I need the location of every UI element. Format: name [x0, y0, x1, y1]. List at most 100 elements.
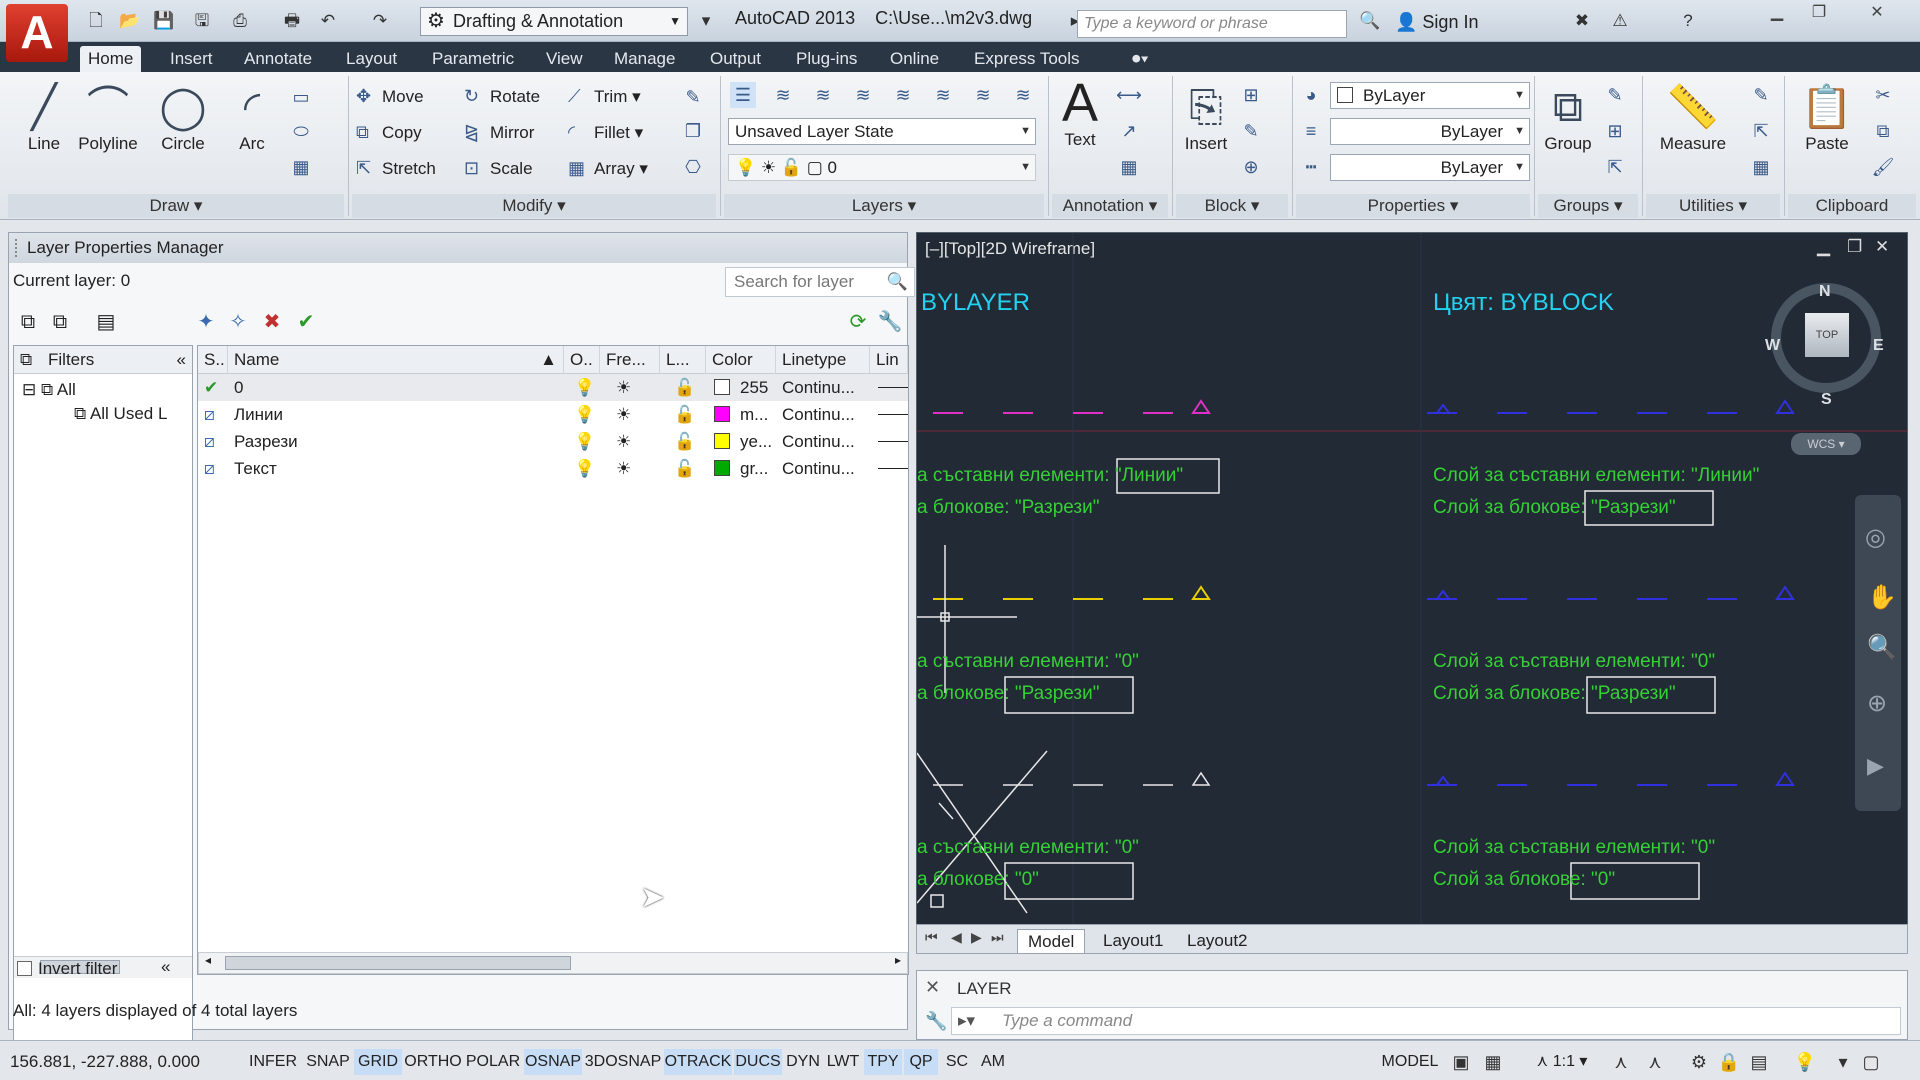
layer-row[interactable]: ⧄ Линии 💡 ☀ 🔓 m... Continu...: [198, 401, 908, 428]
copy-button[interactable]: ⧉ Copy: [356, 118, 422, 146]
col-status[interactable]: S..: [198, 346, 228, 374]
text-button[interactable]: A Text: [1056, 76, 1104, 150]
tab-annotate[interactable]: Annotate: [236, 46, 320, 72]
new-icon[interactable]: 🗋: [84, 10, 108, 32]
clean-screen-icon[interactable]: ▢: [1858, 1049, 1884, 1075]
group-select-icon[interactable]: ⇱: [1602, 154, 1628, 180]
circle-button[interactable]: ◯ Circle: [152, 80, 214, 154]
tab-layout1[interactable]: Layout1: [1093, 929, 1174, 953]
print-icon[interactable]: 🖶: [280, 10, 304, 32]
mirror-button[interactable]: ⧎ Mirror: [464, 118, 534, 146]
table-icon[interactable]: ▦: [1116, 154, 1142, 180]
application-menu-button[interactable]: A: [6, 4, 68, 62]
tab-layout2[interactable]: Layout2: [1177, 929, 1258, 953]
current-layer-dropdown[interactable]: 💡 ☀ 🔓 ▢ 0 ▼: [728, 154, 1036, 181]
toggle-grid[interactable]: GRID: [354, 1049, 402, 1075]
col-name[interactable]: Name ▲: [228, 346, 564, 374]
lineweight-icon[interactable]: ≡: [1298, 118, 1324, 144]
trim-button[interactable]: ⟋ Trim ▾: [568, 82, 641, 110]
toggle-sc[interactable]: SC: [940, 1049, 974, 1075]
filter-all[interactable]: ⊟ ⧉ All: [22, 380, 76, 400]
grip-handle[interactable]: [15, 239, 19, 257]
steering-wheel-icon[interactable]: ◎: [1865, 523, 1886, 552]
tab-layout[interactable]: Layout: [338, 46, 405, 72]
pan-icon[interactable]: ✋: [1867, 583, 1897, 612]
refresh-icon[interactable]: ⟳: [845, 309, 871, 335]
lightbulb-icon[interactable]: 💡: [574, 374, 595, 401]
open-icon[interactable]: 📂: [118, 10, 142, 32]
sun-icon[interactable]: ☀: [616, 374, 631, 401]
quick-select-icon[interactable]: ✎: [1748, 82, 1774, 108]
stretch-button[interactable]: ⇱ Stretch: [356, 154, 436, 182]
toggle-dyn[interactable]: DYN: [784, 1049, 822, 1075]
layer-row[interactable]: ⧄ Разрези 💡 ☀ 🔓 ye... Continu...: [198, 428, 908, 455]
insert-button[interactable]: ⎘ Insert: [1178, 80, 1234, 154]
ribbon-options-icon[interactable]: ⏺▾: [1124, 46, 1157, 72]
sun-icon[interactable]: ☀: [616, 401, 631, 428]
last-tab-icon[interactable]: ⏭: [991, 929, 1004, 946]
collapse-icon[interactable]: «: [161, 957, 170, 977]
layer-list-hscroll[interactable]: ◂ ▸: [198, 952, 908, 974]
layer-color[interactable]: ye...: [714, 428, 772, 455]
annotation-visibility-icon[interactable]: ⋏: [1608, 1049, 1634, 1075]
annotation-panel-title[interactable]: Annotation ▾: [1052, 194, 1168, 218]
layer-color[interactable]: gr...: [714, 455, 768, 482]
layer-color[interactable]: m...: [714, 401, 768, 428]
toggle-qp[interactable]: QP: [904, 1049, 938, 1075]
sign-in-button[interactable]: 👤 Sign In: [1395, 12, 1478, 33]
leader-icon[interactable]: ↗: [1116, 118, 1142, 144]
layer-row[interactable]: ⧄ Текст 💡 ☀ 🔓 gr... Continu...: [198, 455, 908, 482]
layer-previous-icon[interactable]: ≋: [810, 82, 836, 108]
toggle-lwt[interactable]: LWT: [824, 1049, 862, 1075]
subscription-icon[interactable]: ⚠: [1608, 10, 1632, 32]
scale-button[interactable]: ⊡ Scale: [464, 154, 533, 182]
layer-linetype[interactable]: Continu...: [782, 455, 855, 482]
scroll-right-icon[interactable]: ▸: [895, 953, 901, 967]
hardware-acceleration-icon[interactable]: ▤: [1746, 1049, 1772, 1075]
layer-lock-icon[interactable]: ≋: [1010, 82, 1036, 108]
scroll-thumb[interactable]: [225, 956, 571, 970]
layer-linetype[interactable]: Continu...: [782, 374, 855, 401]
undo-icon[interactable]: ↶: [316, 10, 340, 32]
tab-view[interactable]: View: [538, 46, 591, 72]
cut-icon[interactable]: ✂: [1870, 82, 1896, 108]
tab-plug-ins[interactable]: Plug-ins: [788, 46, 865, 72]
model-button[interactable]: MODEL: [1378, 1049, 1442, 1075]
layer-state-dropdown[interactable]: Unsaved Layer State ▼: [728, 118, 1036, 145]
measure-button[interactable]: 📏 Measure: [1650, 80, 1736, 154]
next-tab-icon[interactable]: ▶: [971, 929, 982, 946]
tree-expand-icon[interactable]: ⊟: [22, 380, 41, 399]
unlock-icon[interactable]: 🔓: [674, 428, 695, 455]
sun-icon[interactable]: ☀: [616, 455, 631, 482]
scroll-left-icon[interactable]: ◂: [205, 953, 211, 967]
palette-title-bar[interactable]: Layer Properties Manager: [9, 233, 907, 263]
polyline-button[interactable]: ⌒ Polyline: [72, 80, 144, 154]
ellipse-icon[interactable]: ⬭: [288, 118, 314, 144]
toggle-ortho[interactable]: ORTHO: [404, 1049, 462, 1075]
color-dropdown[interactable]: ByLayer ▼: [1330, 82, 1530, 109]
lightbulb-icon[interactable]: 💡: [574, 401, 595, 428]
layer-isolate-icon[interactable]: ≋: [850, 82, 876, 108]
drawing-area[interactable]: [–][Top][2D Wireframe] ▁ ❐ ✕ BYLAYER Цвя…: [916, 232, 1908, 926]
toggle-osnap[interactable]: OSNAP: [524, 1049, 582, 1075]
redo-icon[interactable]: ↷: [368, 10, 392, 32]
sun-icon[interactable]: ☀: [616, 428, 631, 455]
match-properties-icon[interactable]: ◕: [1298, 82, 1324, 108]
auto-scale-icon[interactable]: ⋏: [1642, 1049, 1668, 1075]
toggle-am[interactable]: AM: [976, 1049, 1010, 1075]
tab-online[interactable]: Online: [882, 46, 947, 72]
first-tab-icon[interactable]: ⏮: [925, 929, 938, 946]
toggle-3dosnap[interactable]: 3DOSNAP: [584, 1049, 662, 1075]
layer-linetype[interactable]: Continu...: [782, 428, 855, 455]
toggle-otrack[interactable]: OTRACK: [664, 1049, 732, 1075]
restore-icon[interactable]: ❐: [1802, 2, 1836, 24]
fillet-button[interactable]: ◜ Fillet ▾: [568, 118, 643, 146]
unlock-icon[interactable]: 🔓: [674, 374, 695, 401]
chevron-down-icon[interactable]: ▾: [694, 10, 718, 32]
command-input[interactable]: ▸▾ Type a command: [951, 1007, 1901, 1035]
rectangle-icon[interactable]: ▭: [288, 84, 314, 110]
lightbulb-icon[interactable]: 💡: [574, 455, 595, 482]
rotate-button[interactable]: ↻ Rotate: [464, 82, 540, 110]
showmotion-icon[interactable]: ▶: [1867, 753, 1884, 779]
toggle-polar[interactable]: POLAR: [464, 1049, 522, 1075]
